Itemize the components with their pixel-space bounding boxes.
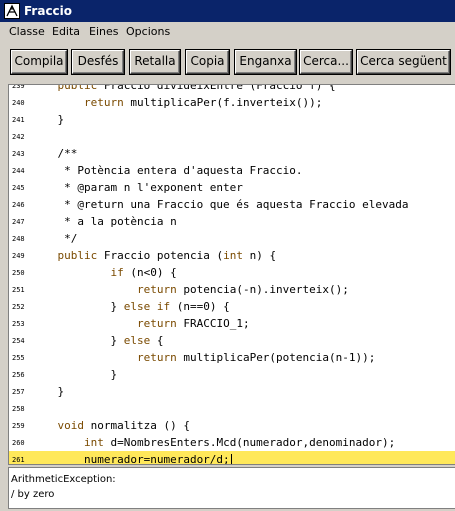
app-icon[interactable] [4,3,20,19]
undo-button[interactable]: Desfés [71,49,125,75]
line-number: 258 [12,405,25,413]
find-next-button-label: Cerca següent [360,54,447,68]
code-text: numerador=numerador/d; [31,453,232,465]
compile-button[interactable]: Compila [10,49,68,75]
code-text: */ [31,232,78,245]
code-text: return multiplicaPer(f.inverteix()); [83,96,323,109]
line-number: 250 [12,269,25,277]
menu-opcions[interactable]: Opcions [126,24,170,40]
line-number: 259 [12,422,25,430]
line-number: 249 [12,252,25,260]
code-line[interactable]: 251 return potencia(-n).inverteix(); [9,281,455,298]
code-line[interactable]: 254 } else { [9,332,455,349]
line-number: 244 [12,167,25,175]
paste-button-label: Enganxa [239,54,292,68]
code-text: } [31,385,65,398]
code-line[interactable]: 255 return multiplicaPer(potencia(n-1)); [9,349,455,366]
code-line[interactable]: 244 * Potència entera d'aquesta Fraccio. [9,162,455,179]
code-text: int d=NombresEnters.Mcd(numerador,denomi… [83,436,396,449]
menu-classe[interactable]: Classe [9,24,45,40]
code-text: } else if (n==0) { [31,300,230,313]
code-line[interactable]: 250 if (n<0) { [9,264,455,281]
cut-button-label: Retalla [134,54,176,68]
code-line[interactable]: 257 } [9,383,455,400]
code-text: /** [31,147,78,160]
code-line[interactable]: 261 numerador=numerador/d; [9,451,455,465]
code-text: * Potència entera d'aquesta Fraccio. [31,164,303,177]
code-line[interactable]: 252 } else if (n==0) { [9,298,455,315]
code-line[interactable]: 247 * a la potència n [9,213,455,230]
toolbar: Compila Desfés Retalla Copia Enganxa Cer… [0,44,455,80]
status-message: / by zero [11,489,55,500]
code-text: public Fraccio potencia (int n) { [57,249,277,262]
code-line[interactable]: 260 int d=NombresEnters.Mcd(numerador,de… [9,434,455,451]
line-number: 255 [12,354,25,362]
line-number: 247 [12,218,25,226]
line-number: 245 [12,184,25,192]
line-number: 261 [12,456,25,464]
compile-button-label: Compila [14,54,64,68]
line-number: 256 [12,371,25,379]
title-bar: Fraccio [0,0,455,22]
line-number: 252 [12,303,25,311]
code-text: } [31,368,118,381]
code-line[interactable]: 241 } [9,111,455,128]
find-button-label: Cerca... [303,54,349,68]
line-number: 240 [12,99,25,107]
code-line[interactable]: 239 public Fraccio divideixEntre (Fracci… [9,84,455,94]
code-line[interactable]: 242 [9,128,455,145]
code-text: * @param n l'exponent enter [31,181,243,194]
code-text: * @return una Fraccio que és aquesta Fra… [31,198,409,211]
line-number: 257 [12,388,25,396]
text-caret [230,453,232,464]
status-area: ArithmeticException: / by zero [8,467,455,509]
code-line[interactable]: 259 void normalitza () { [9,417,455,434]
menu-bar: Classe Edita Eines Opcions [0,22,455,42]
line-number: 260 [12,439,25,447]
code-line[interactable]: 243 /** [9,145,455,162]
copy-button[interactable]: Copia [185,49,230,75]
line-number: 241 [12,116,25,124]
line-number: 242 [12,133,25,141]
line-number: 251 [12,286,25,294]
code-text: return potencia(-n).inverteix(); [136,283,349,296]
find-button[interactable]: Cerca... [299,49,353,75]
line-number: 239 [12,84,25,90]
code-line[interactable]: 248 */ [9,230,455,247]
window-title: Fraccio [24,4,73,18]
cut-button[interactable]: Retalla [129,49,181,75]
code-text: return multiplicaPer(potencia(n-1)); [136,351,376,364]
code-text: } else { [31,334,164,347]
code-text: void normalitza () { [57,419,190,432]
line-number: 253 [12,320,25,328]
find-next-button[interactable]: Cerca següent [356,49,451,75]
code-line[interactable]: 256 } [9,366,455,383]
code-line[interactable]: 258 [9,400,455,417]
code-text: if (n<0) { [110,266,177,279]
line-number: 243 [12,150,25,158]
status-exception: ArithmeticException: [11,474,116,485]
code-line[interactable]: 253 return FRACCIO_1; [9,315,455,332]
code-text: public Fraccio divideixEntre (Fraccio f)… [57,84,336,92]
code-line[interactable]: 245 * @param n l'exponent enter [9,179,455,196]
code-line[interactable]: 249 public Fraccio potencia (int n) { [9,247,455,264]
code-line[interactable]: 240 return multiplicaPer(f.inverteix()); [9,94,455,111]
code-text: * a la potència n [31,215,177,228]
code-text: } [31,113,65,126]
menu-eines[interactable]: Eines [89,24,118,40]
menu-edita[interactable]: Edita [52,24,80,40]
undo-button-label: Desfés [77,54,119,68]
code-line[interactable]: 246 * @return una Fraccio que és aquesta… [9,196,455,213]
copy-button-label: Copia [190,54,225,68]
code-editor[interactable]: 239 public Fraccio divideixEntre (Fracci… [8,84,455,465]
line-number: 248 [12,235,25,243]
code-text: return FRACCIO_1; [136,317,250,330]
paste-button[interactable]: Enganxa [234,49,297,75]
line-number: 246 [12,201,25,209]
line-number: 254 [12,337,25,345]
